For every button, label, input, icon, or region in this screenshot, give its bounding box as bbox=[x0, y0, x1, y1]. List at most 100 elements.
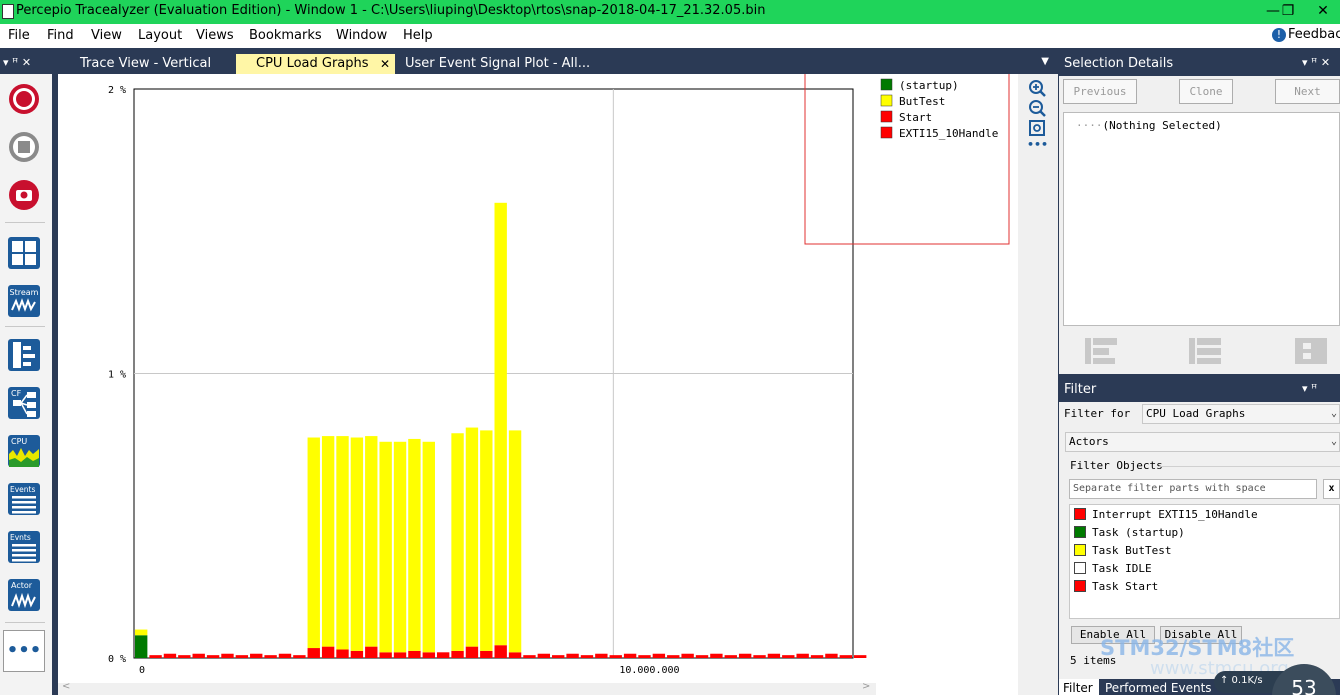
list-item[interactable]: Task IDLE bbox=[1074, 562, 1152, 578]
filter-controls[interactable]: ▾ ꟸ bbox=[1302, 382, 1317, 395]
bar-segment bbox=[393, 441, 407, 653]
list-item[interactable]: Task Start bbox=[1074, 580, 1158, 596]
y-tick-label: 2 % bbox=[108, 85, 126, 96]
list-item-label: Task Start bbox=[1092, 580, 1159, 593]
dashboard-icon[interactable] bbox=[7, 236, 41, 270]
more-views-button[interactable]: ••• bbox=[3, 630, 45, 672]
menu-window[interactable]: Window bbox=[336, 28, 387, 43]
filter-for-dropdown[interactable]: CPU Load Graphs ⌄ bbox=[1142, 404, 1340, 424]
feedback-button[interactable]: ! Feedbac bbox=[1272, 27, 1340, 42]
filter-object-list[interactable]: Interrupt EXTI15_10Handle Task (startup)… bbox=[1069, 504, 1340, 619]
legend-label: Start bbox=[899, 111, 932, 124]
filter-category-dropdown[interactable]: Actors ⌄ bbox=[1065, 432, 1340, 452]
scroll-right-arrow-icon[interactable]: > bbox=[862, 681, 870, 692]
list-item[interactable]: Interrupt EXTI15_10Handle bbox=[1074, 508, 1258, 524]
tab-user-event-signal-plot[interactable]: User Event Signal Plot - All... bbox=[397, 54, 590, 74]
y-tick-labels: 0 % 1 % 2 % bbox=[108, 85, 126, 665]
menu-bar: File Find View Layout Views Bookmarks Wi… bbox=[0, 24, 1340, 48]
bar-segment bbox=[336, 649, 349, 658]
clear-filter-button[interactable]: x bbox=[1323, 479, 1340, 499]
stream-label: Stream bbox=[10, 288, 39, 297]
list-item-label: Task IDLE bbox=[1092, 562, 1152, 575]
bar-segment bbox=[796, 653, 809, 658]
bar-segment bbox=[854, 655, 867, 658]
bar-segment bbox=[537, 653, 551, 658]
bar-segment bbox=[566, 653, 579, 658]
go-to-end-icon[interactable] bbox=[1293, 335, 1329, 367]
bar-segment bbox=[379, 441, 392, 653]
record-icon[interactable] bbox=[7, 82, 41, 116]
list-item[interactable]: Task ButTest bbox=[1074, 544, 1171, 560]
bar-segment bbox=[753, 655, 766, 658]
document-tabs: Trace View - Vertical CPU Load Graphs ✕ … bbox=[52, 52, 1055, 74]
bar-segment bbox=[480, 650, 493, 658]
user-events-icon[interactable]: Evnts bbox=[7, 530, 41, 564]
zoom-tool-strip: ••• bbox=[1018, 74, 1058, 695]
tab-menu-icon[interactable]: ▼ bbox=[1041, 56, 1049, 67]
actor-instance-icon[interactable]: Actor bbox=[7, 578, 41, 612]
tab-close-icon[interactable]: ✕ bbox=[380, 54, 390, 74]
trace-view-icon[interactable] bbox=[7, 338, 41, 372]
legend-label: (startup) bbox=[899, 79, 959, 92]
tree-item: ····(Nothing Selected) bbox=[1076, 119, 1222, 132]
next-button[interactable]: Next bbox=[1275, 79, 1340, 104]
bar-segment bbox=[523, 655, 536, 658]
bar-segment bbox=[350, 437, 364, 651]
list-item[interactable]: Task (startup) bbox=[1074, 526, 1185, 542]
tree-connector: ···· bbox=[1076, 119, 1103, 132]
selection-details-controls[interactable]: ▾ ꟸ ✕ bbox=[1302, 56, 1330, 69]
cpu-load-icon[interactable]: CPU bbox=[7, 434, 41, 468]
bar-segment bbox=[178, 655, 191, 658]
horizontal-scrollbar[interactable]: < > bbox=[58, 681, 876, 695]
close-window-button[interactable]: ✕ bbox=[1300, 0, 1340, 24]
bar-segment bbox=[250, 653, 263, 658]
bar-segment bbox=[494, 645, 507, 658]
menu-view[interactable]: View bbox=[91, 28, 122, 43]
bar-segment bbox=[552, 655, 565, 658]
zoom-more-button[interactable]: ••• bbox=[1027, 138, 1048, 151]
bar-segment bbox=[695, 655, 709, 658]
divider bbox=[1159, 466, 1340, 467]
menu-layout[interactable]: Layout bbox=[138, 28, 182, 43]
filter-for-value: CPU Load Graphs bbox=[1146, 407, 1246, 420]
zoom-in-icon[interactable] bbox=[1028, 79, 1046, 97]
cpu-load-chart[interactable]: 0 % 1 % 2 % 0 10.000.000 (startup) ButTest St… bbox=[58, 74, 1018, 683]
zoom-out-icon[interactable] bbox=[1028, 99, 1046, 117]
bar-segment bbox=[508, 652, 522, 658]
scroll-left-arrow-icon[interactable]: < bbox=[62, 681, 70, 692]
menu-file[interactable]: File bbox=[8, 28, 30, 43]
events-label: Events bbox=[10, 485, 35, 494]
zoom-fit-icon[interactable] bbox=[1028, 119, 1046, 137]
go-to-middle-icon[interactable] bbox=[1187, 335, 1223, 367]
event-log-icon[interactable]: Events bbox=[7, 482, 41, 516]
stream-icon[interactable]: Stream bbox=[7, 284, 41, 318]
tab-cpu-load-graphs[interactable]: CPU Load Graphs ✕ bbox=[236, 54, 395, 74]
bar-segment bbox=[365, 646, 378, 658]
menu-bookmarks[interactable]: Bookmarks bbox=[249, 28, 322, 43]
toolbar-controls[interactable]: ▾ ꟸ ✕ bbox=[3, 56, 31, 69]
tab-performed-events[interactable]: Performed Events bbox=[1101, 679, 1216, 695]
feedback-icon: ! bbox=[1272, 28, 1286, 42]
previous-button[interactable]: Previous bbox=[1063, 79, 1137, 104]
snapshot-icon[interactable] bbox=[7, 178, 41, 212]
menu-help[interactable]: Help bbox=[403, 28, 433, 43]
clone-button[interactable]: Clone bbox=[1179, 79, 1233, 104]
tab-trace-view[interactable]: Trace View - Vertical bbox=[72, 54, 232, 74]
selection-details-title: Selection Details bbox=[1064, 56, 1174, 71]
filter-title: Filter bbox=[1064, 382, 1097, 397]
menu-views[interactable]: Views bbox=[196, 28, 234, 43]
chevron-down-icon: ⌄ bbox=[1330, 408, 1337, 419]
stop-icon[interactable] bbox=[7, 130, 41, 164]
bar-segment bbox=[839, 655, 852, 658]
actor-label: Actor bbox=[11, 581, 33, 590]
bar-segment bbox=[580, 655, 594, 658]
bar-segment bbox=[681, 653, 694, 658]
menu-find[interactable]: Find bbox=[47, 28, 74, 43]
filter-search-input[interactable]: Separate filter parts with space bbox=[1069, 479, 1317, 499]
tab-filter[interactable]: Filter bbox=[1059, 679, 1099, 695]
filter-header: Filter ▾ ꟸ bbox=[1059, 378, 1340, 402]
bar-segment bbox=[652, 653, 666, 658]
selection-tree[interactable]: ····(Nothing Selected) bbox=[1063, 112, 1340, 326]
communication-flow-icon[interactable]: CF bbox=[7, 386, 41, 420]
go-to-start-icon[interactable] bbox=[1083, 335, 1119, 367]
